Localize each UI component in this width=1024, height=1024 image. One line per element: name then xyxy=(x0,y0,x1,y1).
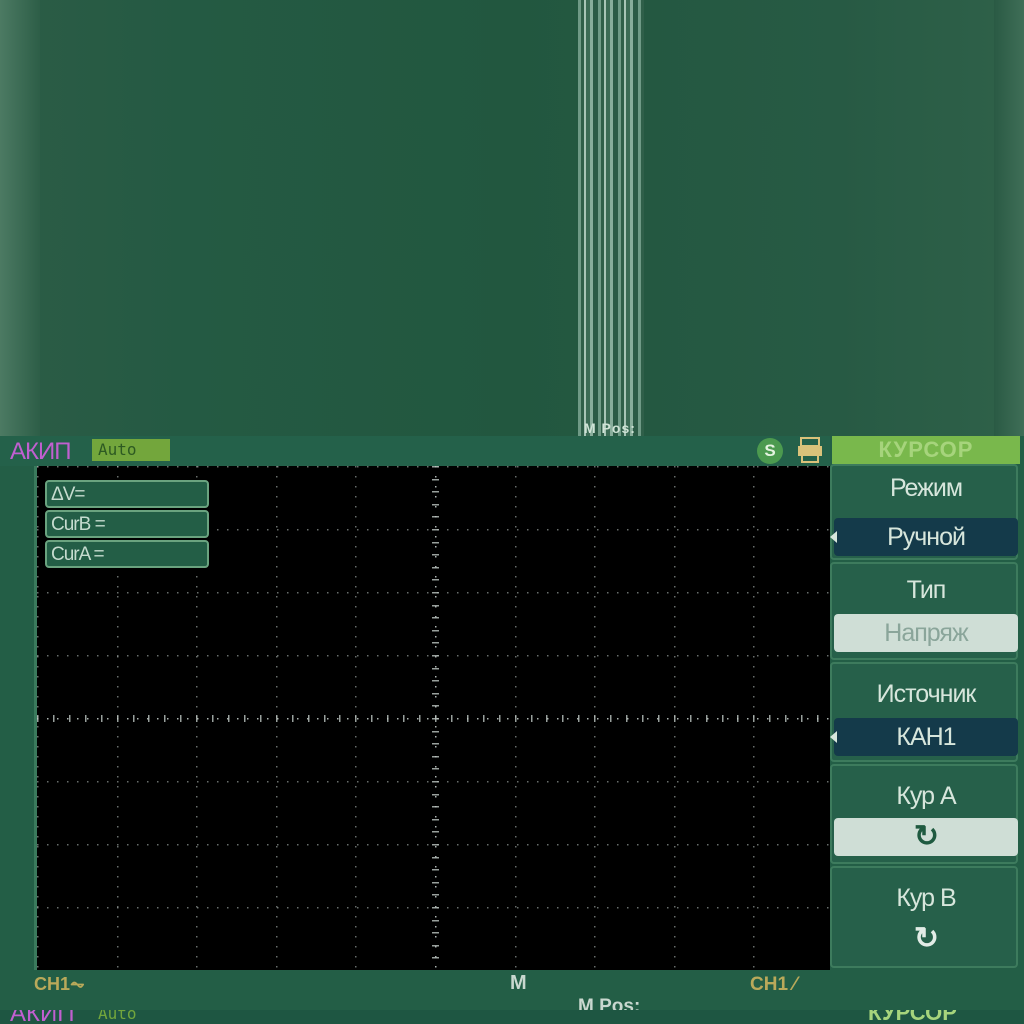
cursor-b-readout: CurB = xyxy=(45,510,209,538)
trigger-source-indicator[interactable]: CH1 ⁄ xyxy=(750,974,796,996)
smear-right-edge xyxy=(994,0,1024,436)
smear-stripes xyxy=(578,0,644,436)
sliver-brand: АКИП xyxy=(10,1010,75,1024)
softkey-source[interactable]: Источник КАН1 xyxy=(830,662,1018,762)
waveform-display[interactable]: ΔV= CurB = CurA = xyxy=(34,466,833,970)
rotate-knob-icon: ↻ xyxy=(834,818,1018,856)
oscilloscope-screen: АКИП Auto S ΔV= CurB = CurA = CH1⏦ M CH1… xyxy=(0,436,1024,1024)
caret-left-icon xyxy=(830,731,837,743)
softkey-source-value: КАН1 xyxy=(834,718,1018,756)
ch1-coupling-indicator[interactable]: CH1⏦ xyxy=(34,974,85,995)
softkey-type[interactable]: Тип Напряж xyxy=(830,562,1018,660)
smear-left-edge xyxy=(0,0,40,436)
cursor-a-readout: CurA = xyxy=(45,540,209,568)
rotate-knob-icon: ↻ xyxy=(913,922,939,955)
softkey-type-value: Напряж xyxy=(834,614,1018,652)
softkey-source-label: Источник xyxy=(876,680,977,708)
softkey-mode[interactable]: Режим Ручной xyxy=(830,464,1018,560)
trigger-mode-badge: Auto xyxy=(92,439,170,461)
usb-icon: S xyxy=(757,438,783,464)
delta-v-readout: ΔV= xyxy=(45,480,209,508)
smeared-upper-region: M Pos: xyxy=(0,0,1024,436)
brand-logo: АКИП xyxy=(10,438,71,465)
oscilloscope-photo: M Pos: АКИП Auto S ΔV= CurB = CurA = CH1… xyxy=(0,0,1024,1024)
softkey-type-label: Тип xyxy=(906,576,947,604)
top-status-bar: АКИП Auto S xyxy=(0,436,830,466)
caret-left-icon xyxy=(830,531,837,543)
sliver-menu-title: КУРСОР xyxy=(868,1010,957,1024)
cursor-softkey-menu: КУРСОР Режим Ручной Тип Напряж Источник … xyxy=(830,436,1024,1024)
printer-icon xyxy=(798,437,822,463)
softkey-mode-value: Ручной xyxy=(834,518,1018,556)
softkey-cursor-a-label: Кур A xyxy=(896,782,956,810)
repeated-header-sliver: АКИП Auto КУРСОР xyxy=(0,1010,1024,1024)
timebase-label: M xyxy=(510,972,527,994)
softkey-cursor-b-label: Кур B xyxy=(896,884,956,912)
softkey-mode-label: Режим xyxy=(889,474,963,502)
softkey-cursor-a[interactable]: Кур A ↻ xyxy=(830,764,1018,864)
sliver-trigger-mode: Auto xyxy=(98,1010,137,1023)
cursor-readout-panel: ΔV= CurB = CurA = xyxy=(45,480,209,570)
softkey-cursor-b[interactable]: Кур B ↻ xyxy=(830,866,1018,968)
menu-title: КУРСОР xyxy=(832,436,1020,464)
smear-ghost-text: M Pos: xyxy=(584,420,636,436)
